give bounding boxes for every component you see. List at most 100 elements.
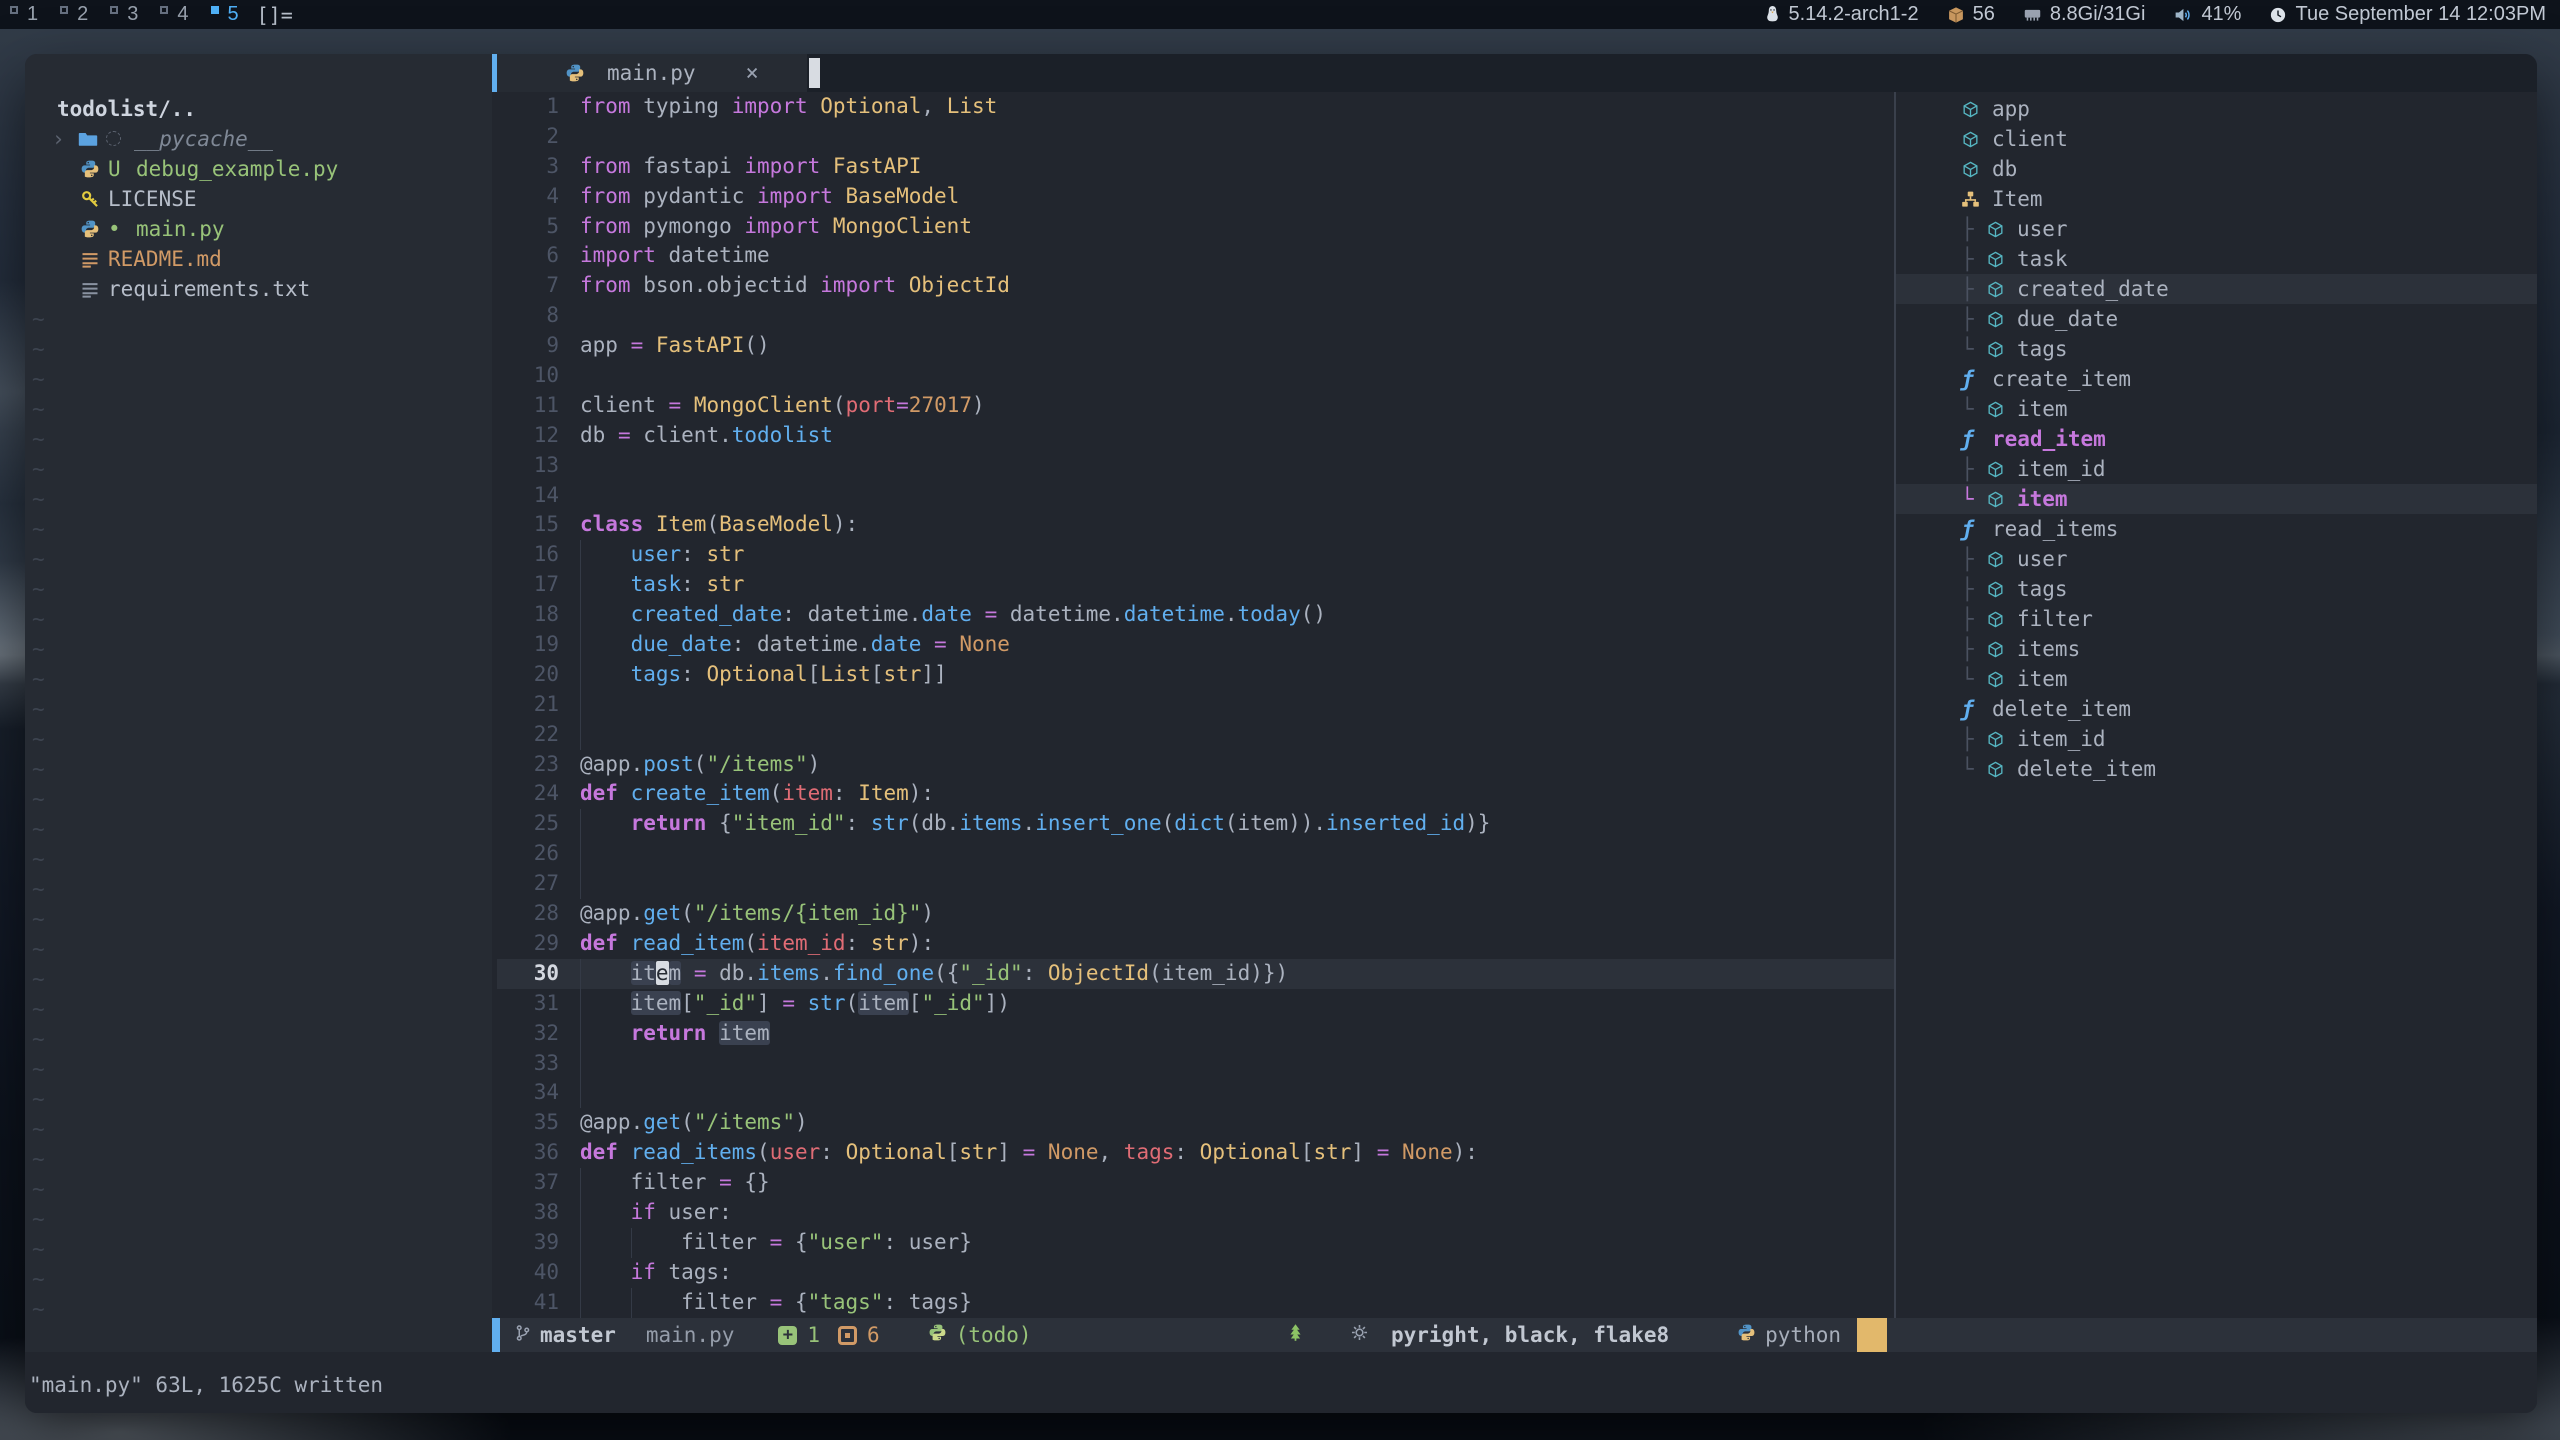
- code-text: from pydantic import BaseModel: [580, 182, 959, 212]
- code-line-40[interactable]: 40 if tags:: [497, 1258, 1894, 1288]
- symbol-tags[interactable]: └ tags: [1896, 334, 2537, 364]
- tree-item-LICENSE[interactable]: LICENSE: [25, 184, 492, 214]
- symbol-item_id[interactable]: ├ item_id: [1896, 724, 2537, 754]
- code-line-16[interactable]: 16 user: str: [497, 540, 1894, 570]
- symbol-label: item: [2017, 667, 2068, 691]
- symbol-due_date[interactable]: ├ due_date: [1896, 304, 2537, 334]
- code-line-9[interactable]: 9app = FastAPI(): [497, 331, 1894, 361]
- code-line-4[interactable]: 4from pydantic import BaseModel: [497, 182, 1894, 212]
- code-line-34[interactable]: 34: [497, 1078, 1894, 1108]
- tab-close-icon[interactable]: ×: [746, 61, 759, 86]
- tree-item-requirements-txt[interactable]: requirements.txt: [25, 274, 492, 304]
- symbol-item[interactable]: └ item: [1896, 394, 2537, 424]
- code-line-41[interactable]: 41 filter = {"tags": tags}: [497, 1288, 1894, 1318]
- code-line-39[interactable]: 39 filter = {"user": user}: [497, 1228, 1894, 1258]
- symbol-item[interactable]: └ item: [1896, 664, 2537, 694]
- code-line-14[interactable]: 14: [497, 481, 1894, 511]
- indent-guide: [580, 690, 631, 720]
- tree-connector: ├: [1961, 607, 1986, 631]
- symbol-Item[interactable]: Item: [1896, 184, 2537, 214]
- symbol-app[interactable]: app: [1896, 94, 2537, 124]
- line-number: 6: [497, 241, 580, 271]
- code-line-35[interactable]: 35@app.get("/items"): [497, 1108, 1894, 1138]
- code-line-13[interactable]: 13: [497, 451, 1894, 481]
- code-text: def create_item(item: Item):: [580, 779, 934, 809]
- workspace-indicator-icon: [110, 6, 118, 14]
- code-line-21[interactable]: 21: [497, 690, 1894, 720]
- workspace-3[interactable]: 3: [110, 0, 138, 29]
- symbol-user[interactable]: ├ user: [1896, 544, 2537, 574]
- symbol-read_item[interactable]: ƒread_item: [1896, 424, 2537, 454]
- code-editor[interactable]: 1from typing import Optional, List23from…: [497, 92, 1894, 1318]
- statusline-right: pyright, black, flake8 python: [1286, 1318, 1841, 1352]
- workspace-5[interactable]: 5: [211, 0, 239, 29]
- symbol-item_id[interactable]: ├ item_id: [1896, 454, 2537, 484]
- code-line-20[interactable]: 20 tags: Optional[List[str]]: [497, 660, 1894, 690]
- code-line-7[interactable]: 7from bson.objectid import ObjectId: [497, 271, 1894, 301]
- code-line-6[interactable]: 6import datetime: [497, 241, 1894, 271]
- symbol-item[interactable]: └ item: [1896, 484, 2537, 514]
- symbol-filter[interactable]: ├ filter: [1896, 604, 2537, 634]
- empty-line-tilde: ~: [25, 1084, 492, 1114]
- code-line-1[interactable]: 1from typing import Optional, List: [497, 92, 1894, 122]
- file-explorer-panel[interactable]: todolist/..›__pycache__ Udebug_example.p…: [25, 54, 492, 1352]
- symbol-task[interactable]: ├ task: [1896, 244, 2537, 274]
- code-line-32[interactable]: 32 return item: [497, 1019, 1894, 1049]
- code-line-10[interactable]: 10: [497, 361, 1894, 391]
- code-line-15[interactable]: 15class Item(BaseModel):: [497, 510, 1894, 540]
- symbol-db[interactable]: db: [1896, 154, 2537, 184]
- code-line-25[interactable]: 25 return {"item_id": str(db.items.inser…: [497, 809, 1894, 839]
- code-line-36[interactable]: 36def read_items(user: Optional[str] = N…: [497, 1138, 1894, 1168]
- tab-main-py[interactable]: main.py ×: [497, 54, 807, 92]
- code-line-33[interactable]: 33: [497, 1049, 1894, 1079]
- symbol-delete_item[interactable]: └ delete_item: [1896, 754, 2537, 784]
- symbol-items[interactable]: ├ items: [1896, 634, 2537, 664]
- code-line-12[interactable]: 12db = client.todolist: [497, 421, 1894, 451]
- code-line-38[interactable]: 38 if user:: [497, 1198, 1894, 1228]
- code-line-26[interactable]: 26: [497, 839, 1894, 869]
- code-line-17[interactable]: 17 task: str: [497, 570, 1894, 600]
- code-line-29[interactable]: 29def read_item(item_id: str):: [497, 929, 1894, 959]
- statusline-left: master main.py + 1 6 (todo): [500, 1318, 1032, 1352]
- workspace-1[interactable]: 1: [10, 0, 38, 29]
- code-line-30[interactable]: 30 item = db.items.find_one({"_id": Obje…: [497, 959, 1894, 989]
- tree-item--pycache-[interactable]: ›__pycache__: [25, 124, 492, 154]
- code-line-24[interactable]: 24def create_item(item: Item):: [497, 779, 1894, 809]
- code-line-3[interactable]: 3from fastapi import FastAPI: [497, 152, 1894, 182]
- code-line-19[interactable]: 19 due_date: datetime.date = None: [497, 630, 1894, 660]
- code-line-37[interactable]: 37 filter = {}: [497, 1168, 1894, 1198]
- chevron-right-icon[interactable]: ›: [52, 127, 78, 151]
- tree-item-main-py[interactable]: •main.py: [25, 214, 492, 244]
- code-line-22[interactable]: 22: [497, 720, 1894, 750]
- code-text: from bson.objectid import ObjectId: [580, 271, 1010, 301]
- python-icon: [565, 63, 585, 83]
- indent-guide: [580, 869, 631, 899]
- symbol-client[interactable]: client: [1896, 124, 2537, 154]
- symbol-created_date[interactable]: ├ created_date: [1896, 274, 2537, 304]
- tabline: main.py ×: [497, 54, 2537, 92]
- command-line-area: "main.py" 63L, 1625C written: [25, 1352, 2537, 1413]
- symbols-outline-panel[interactable]: app client db Item├ user├ task├ created_…: [1896, 92, 2537, 1318]
- indent-guide: [580, 600, 631, 630]
- code-line-18[interactable]: 18 created_date: datetime.date = datetim…: [497, 600, 1894, 630]
- workspace-4[interactable]: 4: [160, 0, 188, 29]
- code-line-31[interactable]: 31 item["_id"] = str(item["_id"]): [497, 989, 1894, 1019]
- symbol-read_items[interactable]: ƒread_items: [1896, 514, 2537, 544]
- symbol-user[interactable]: ├ user: [1896, 214, 2537, 244]
- file-tree-root[interactable]: todolist/..: [25, 94, 492, 124]
- code-line-28[interactable]: 28@app.get("/items/{item_id}"): [497, 899, 1894, 929]
- code-line-2[interactable]: 2: [497, 122, 1894, 152]
- code-line-8[interactable]: 8: [497, 301, 1894, 331]
- code-line-5[interactable]: 5from pymongo import MongoClient: [497, 212, 1894, 242]
- workspace-2[interactable]: 2: [60, 0, 88, 29]
- empty-line-tilde: ~: [25, 1294, 492, 1324]
- symbol-delete_item[interactable]: ƒdelete_item: [1896, 694, 2537, 724]
- symbol-create_item[interactable]: ƒcreate_item: [1896, 364, 2537, 394]
- code-line-27[interactable]: 27: [497, 869, 1894, 899]
- code-line-23[interactable]: 23@app.post("/items"): [497, 750, 1894, 780]
- code-line-11[interactable]: 11client = MongoClient(port=27017): [497, 391, 1894, 421]
- tree-item-README-md[interactable]: README.md: [25, 244, 492, 274]
- tree-item-debug-example-py[interactable]: Udebug_example.py: [25, 154, 492, 184]
- symbol-tags[interactable]: ├ tags: [1896, 574, 2537, 604]
- line-number: 33: [497, 1049, 580, 1079]
